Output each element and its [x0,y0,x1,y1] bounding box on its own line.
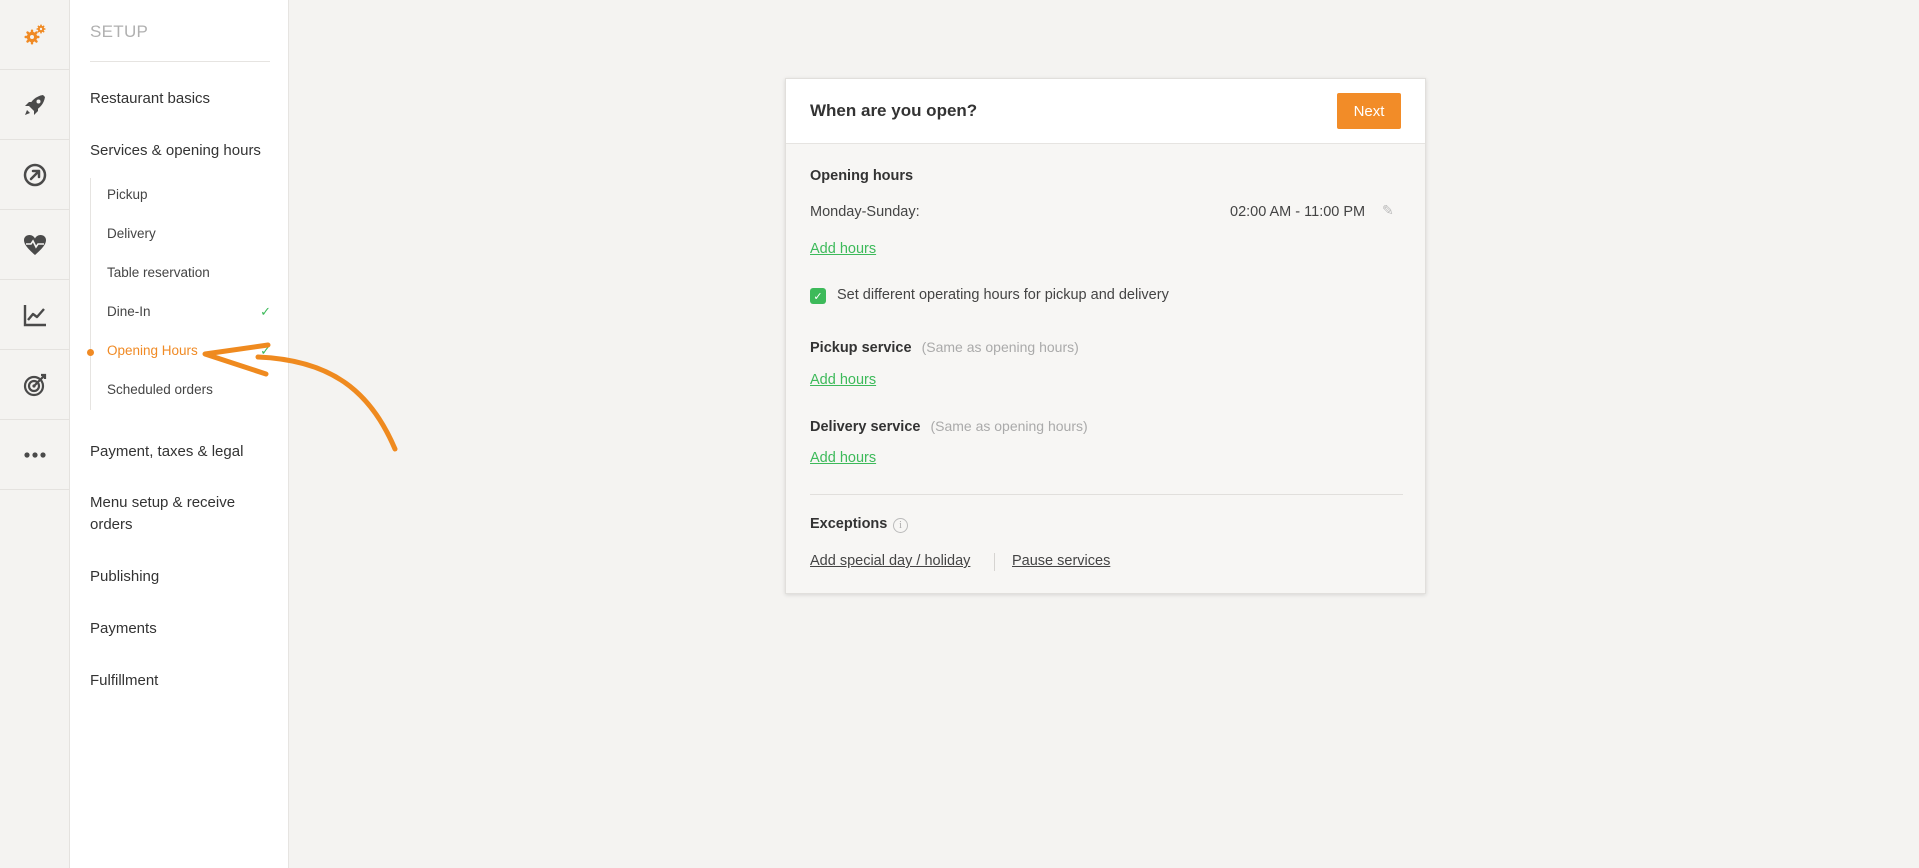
subnav-item-label: Dine-In [107,304,151,319]
rail-item-more[interactable] [0,420,70,490]
subnav-item-label: Opening Hours [107,343,198,358]
rail-item-compass[interactable] [0,140,70,210]
delivery-service-hint: (Same as opening hours) [930,418,1088,434]
pickup-service-heading: Pickup service (Same as opening hours) [810,339,1079,356]
opening-hours-card: When are you open? Next Opening hours Mo… [785,78,1426,594]
sidebar-item-menu-setup[interactable]: Menu setup & receive orders [90,492,255,536]
services-subnav: Pickup Delivery Table reservation Dine-I… [87,178,271,410]
delivery-service-heading: Delivery service (Same as opening hours) [810,418,1088,435]
rail-item-launch[interactable] [0,70,70,140]
subnav-item-table-reservation[interactable]: Table reservation [107,265,210,280]
sidebar-title: SETUP [90,22,149,41]
rail-item-health[interactable] [0,210,70,280]
add-special-day-link[interactable]: Add special day / holiday [810,553,970,569]
target-icon [23,373,47,396]
compass-icon [23,163,47,186]
different-hours-label: Set different operating hours for pickup… [837,287,1169,303]
more-icon [24,451,46,458]
add-opening-hours-link[interactable]: Add hours [810,241,876,257]
card-divider [810,494,1403,495]
heart-icon [24,234,46,255]
info-icon[interactable]: i [893,518,908,533]
different-hours-checkbox[interactable]: ✓ [810,288,826,304]
icon-rail [0,0,70,868]
pause-services-link[interactable]: Pause services [1012,553,1110,569]
link-separator [994,553,995,571]
add-pickup-hours-link[interactable]: Add hours [810,372,876,388]
subnav-item-scheduled-orders[interactable]: Scheduled orders [107,382,213,397]
sidebar-divider [90,61,270,62]
active-indicator-dot [87,349,94,356]
rocket-icon [25,94,45,115]
sidebar-item-restaurant-basics[interactable]: Restaurant basics [90,88,270,110]
card-title: When are you open? [810,101,978,120]
sidebar-item-services-opening-hours[interactable]: Services & opening hours [90,140,270,162]
subnav-item-opening-hours[interactable]: Opening Hours ✓ [107,343,271,358]
check-icon: ✓ [260,343,271,358]
day-range-label: Monday-Sunday: [810,204,920,220]
subnav-item-delivery[interactable]: Delivery [107,226,156,241]
opening-hours-heading: Opening hours [810,168,914,184]
rail-item-reports[interactable] [0,280,70,350]
card-header: When are you open? Next [786,79,1425,144]
subnav-item-dine-in[interactable]: Dine-In ✓ [107,304,271,319]
next-button[interactable]: Next [1337,93,1401,129]
sidebar-item-payment-taxes-legal[interactable]: Payment, taxes & legal [90,441,270,463]
delivery-service-label: Delivery service [810,419,921,435]
check-icon: ✓ [260,304,271,319]
sidebar-item-payments[interactable]: Payments [90,618,270,640]
edit-pencil-icon[interactable]: ✎ [1382,202,1394,219]
exceptions-heading: Exceptions [810,516,888,532]
rail-item-setup[interactable] [0,0,70,70]
gear-icon [24,24,46,44]
setup-sidebar: SETUP Restaurant basics Services & openi… [70,0,289,868]
sidebar-item-fulfillment[interactable]: Fulfillment [90,670,270,692]
chart-icon [23,304,46,326]
pickup-service-hint: (Same as opening hours) [921,339,1079,355]
time-range-value: 02:00 AM - 11:00 PM [1230,204,1366,220]
rail-item-marketing[interactable] [0,350,70,420]
pickup-service-label: Pickup service [810,340,912,356]
subnav-item-pickup[interactable]: Pickup [107,187,148,202]
sidebar-item-publishing[interactable]: Publishing [90,566,270,588]
add-delivery-hours-link[interactable]: Add hours [810,450,876,466]
